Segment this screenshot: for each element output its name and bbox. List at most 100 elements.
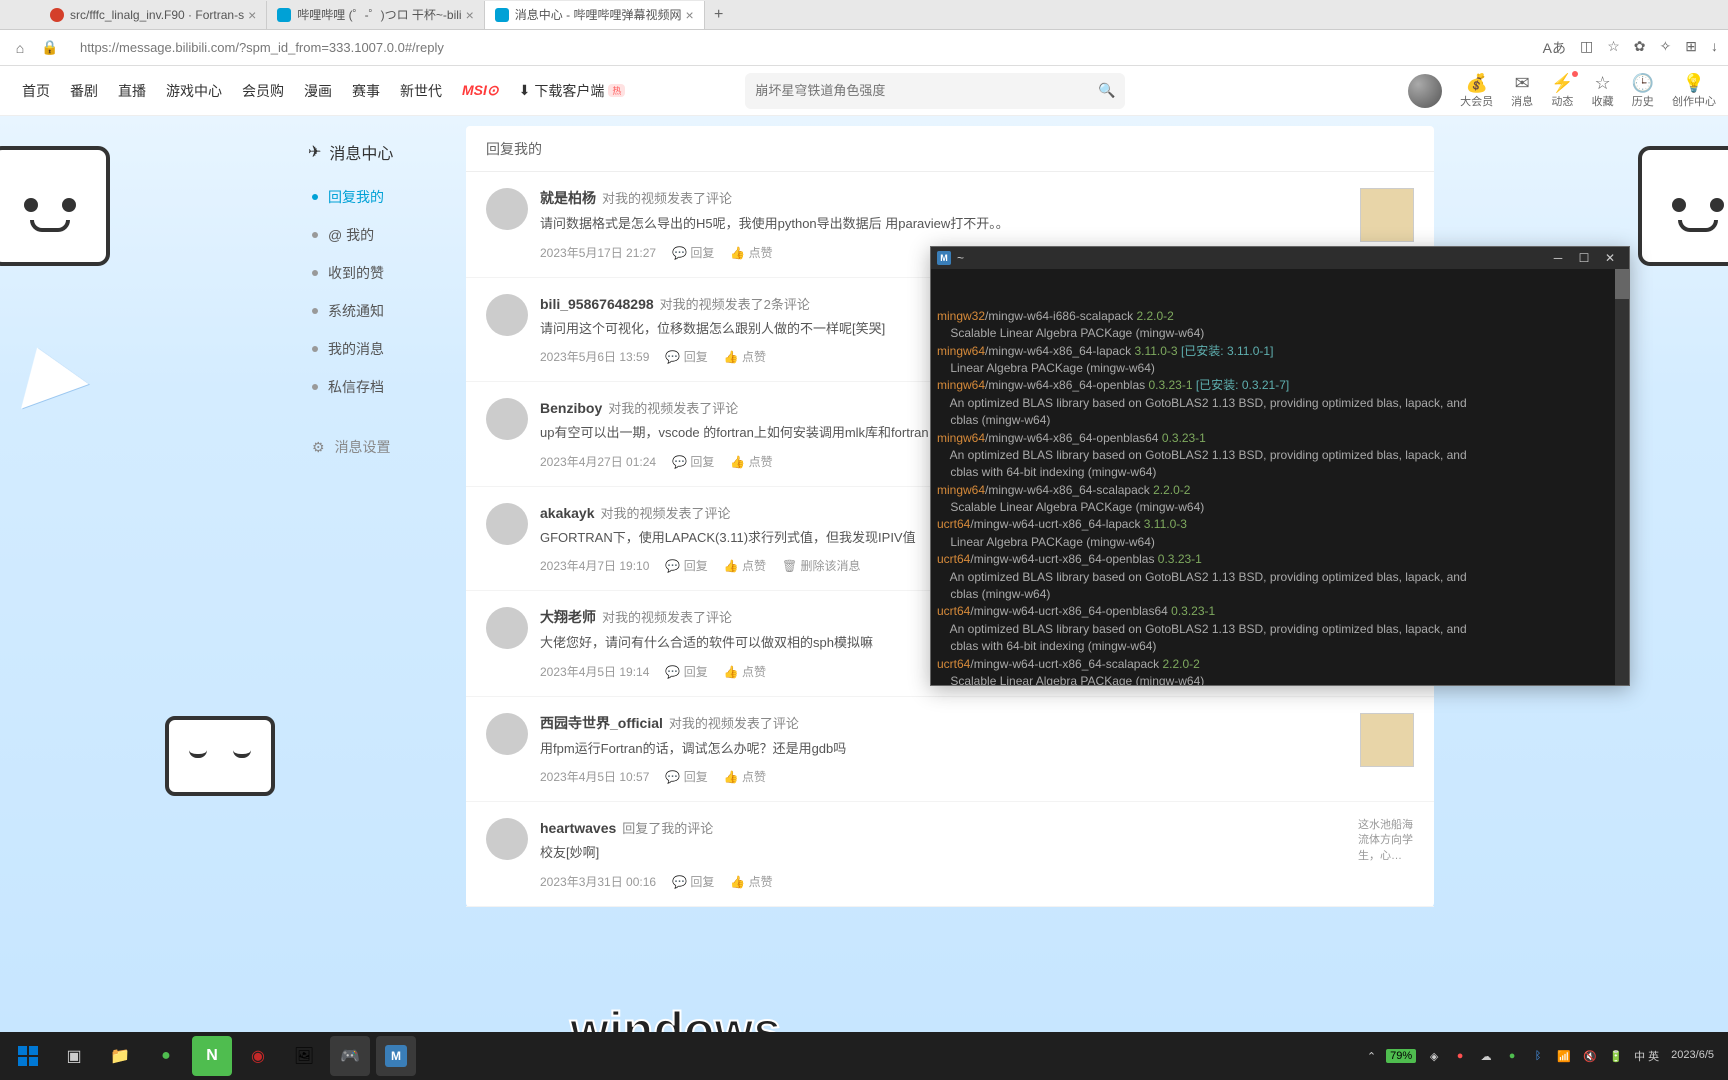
battery-icon[interactable]: 🔋 [1608, 1048, 1624, 1064]
username[interactable]: heartwaves [540, 820, 616, 836]
reply-button[interactable]: 💬 回复 [665, 768, 707, 785]
nav-newera[interactable]: 新世代 [390, 81, 452, 101]
favorite-icon[interactable]: ☆ [1607, 38, 1620, 58]
reader-icon[interactable]: Aあ [1543, 38, 1566, 58]
nav-manga[interactable]: 漫画 [294, 81, 342, 101]
nav-favorite[interactable]: ☆收藏 [1592, 73, 1614, 109]
minimize-button[interactable]: ─ [1545, 251, 1571, 265]
bluetooth-icon[interactable]: ᛒ [1530, 1048, 1546, 1064]
browser-tab-active[interactable]: 消息中心 - 哔哩哔哩弹幕视频网 × [485, 1, 705, 29]
username[interactable]: 西园寺世界_official [540, 715, 663, 731]
search-box[interactable]: 🔍 [745, 73, 1125, 109]
reply-button[interactable]: 💬 回复 [665, 663, 707, 680]
browser-tab[interactable]: src/fffc_linalg_inv.F90 · Fortran-s × [40, 1, 267, 29]
sidebar-item-mymsg[interactable]: 我的消息 [294, 330, 454, 368]
nav-home[interactable]: 首页 [12, 81, 60, 101]
wechat-icon[interactable]: ● [146, 1036, 186, 1076]
search-input[interactable] [755, 83, 1098, 98]
nav-vip[interactable]: 💰大会员 [1460, 73, 1493, 109]
like-button[interactable]: 👍 点赞 [724, 663, 766, 680]
reply-button[interactable]: 💬 回复 [665, 348, 707, 365]
extension-icon[interactable]: ✧ [1660, 38, 1672, 58]
user-avatar[interactable] [486, 398, 528, 440]
tray-chevron-icon[interactable]: ⌃ [1367, 1050, 1376, 1063]
search-icon[interactable]: 🔍 [1098, 82, 1115, 99]
scrollbar[interactable] [1615, 269, 1629, 685]
user-avatar[interactable] [486, 713, 528, 755]
nav-message[interactable]: ✉消息 [1511, 73, 1533, 109]
sidebar-item-system[interactable]: 系统通知 [294, 292, 454, 330]
reply-button[interactable]: 💬 回复 [672, 873, 714, 890]
sidebar-item-at[interactable]: @ 我的 [294, 216, 454, 254]
like-button[interactable]: 👍 点赞 [724, 768, 766, 785]
collections-icon[interactable]: ⊞ [1685, 38, 1697, 58]
username[interactable]: Benziboy [540, 400, 602, 416]
video-thumbnail[interactable] [1360, 713, 1414, 767]
download-client[interactable]: ⬇ 下载客户端 热 [509, 81, 636, 101]
ime-indicator[interactable]: 中 英 [1634, 1048, 1659, 1064]
explorer-icon[interactable]: 📁 [100, 1036, 140, 1076]
nav-shop[interactable]: 会员购 [232, 81, 294, 101]
user-avatar[interactable] [486, 188, 528, 230]
user-avatar[interactable] [486, 503, 528, 545]
tray-icon[interactable]: ● [1452, 1048, 1468, 1064]
taskview-icon[interactable]: ▣ [54, 1036, 94, 1076]
like-button[interactable]: 👍 点赞 [730, 873, 772, 890]
nav-game[interactable]: 游戏中心 [156, 81, 232, 101]
nav-dynamic[interactable]: ⚡动态 [1551, 73, 1573, 109]
home-icon[interactable]: ⌂ [10, 38, 30, 58]
wifi-icon[interactable]: 📶 [1556, 1048, 1572, 1064]
taskbar-clock[interactable]: 2023/6/5 [1665, 1049, 1720, 1062]
like-button[interactable]: 👍 点赞 [724, 557, 766, 574]
app-icon[interactable]: 🖼 [284, 1036, 324, 1076]
terminal-window[interactable]: M ~ ─ ☐ ✕ mingw32/mingw-w64-i686-scalapa… [930, 246, 1630, 686]
username[interactable]: akakayk [540, 505, 595, 521]
system-tray[interactable]: ⌃ 79% ◈ ● ☁ ● ᛒ 📶 🔇 🔋 中 英 [1367, 1048, 1659, 1064]
like-button[interactable]: 👍 点赞 [730, 453, 772, 470]
sidebar-item-archive[interactable]: 私信存档 [294, 368, 454, 406]
tray-icon[interactable]: ◈ [1426, 1048, 1442, 1064]
like-button[interactable]: 👍 点赞 [724, 348, 766, 365]
split-icon[interactable]: ◫ [1580, 38, 1593, 58]
start-button[interactable] [8, 1036, 48, 1076]
nav-live[interactable]: 直播 [108, 81, 156, 101]
netease-icon[interactable]: ◉ [238, 1036, 278, 1076]
nav-creative[interactable]: 💡创作中心 [1672, 73, 1716, 109]
user-avatar[interactable] [1408, 74, 1442, 108]
reply-button[interactable]: 💬 回复 [672, 453, 714, 470]
user-avatar[interactable] [486, 294, 528, 336]
msys-taskbar-icon[interactable]: M [376, 1036, 416, 1076]
nav-msi[interactable]: MSI⊙ [452, 82, 509, 99]
extension-icon[interactable]: ✿ [1634, 38, 1646, 58]
scrollbar-thumb[interactable] [1615, 269, 1629, 299]
maximize-button[interactable]: ☐ [1571, 251, 1597, 265]
terminal-titlebar[interactable]: M ~ ─ ☐ ✕ [931, 247, 1629, 269]
notion-icon[interactable]: N [192, 1036, 232, 1076]
close-icon[interactable]: × [248, 7, 256, 23]
reply-button[interactable]: 💬 回复 [672, 244, 714, 261]
close-button[interactable]: ✕ [1597, 251, 1623, 265]
volume-icon[interactable]: 🔇 [1582, 1048, 1598, 1064]
nav-esports[interactable]: 赛事 [342, 81, 390, 101]
delete-button[interactable]: 🗑 删除该消息 [782, 557, 861, 574]
sidebar-item-reply[interactable]: 回复我的 [294, 178, 454, 216]
close-icon[interactable]: × [466, 7, 474, 23]
sidebar-item-like[interactable]: 收到的赞 [294, 254, 454, 292]
nav-bangumi[interactable]: 番剧 [60, 81, 108, 101]
terminal-body[interactable]: mingw32/mingw-w64-i686-scalapack 2.2.0-2… [931, 269, 1629, 685]
new-tab-button[interactable]: + [705, 6, 733, 24]
url-field[interactable]: https://message.bilibili.com/?spm_id_fro… [70, 40, 1533, 55]
reply-button[interactable]: 💬 回复 [665, 557, 707, 574]
browser-tab[interactable]: 哔哩哔哩 (゜-゜)つロ 干杯~-bili × [267, 1, 485, 29]
username[interactable]: 就是柏杨 [540, 190, 596, 206]
user-avatar[interactable] [486, 818, 528, 860]
username[interactable]: 大翔老师 [540, 609, 596, 625]
downloads-icon[interactable]: ↓ [1711, 38, 1718, 58]
like-button[interactable]: 👍 点赞 [730, 244, 772, 261]
tray-icon[interactable]: ● [1504, 1048, 1520, 1064]
sidebar-settings[interactable]: ⚙消息设置 [294, 428, 454, 466]
user-avatar[interactable] [486, 607, 528, 649]
app-icon[interactable]: 🎮 [330, 1036, 370, 1076]
lock-icon[interactable]: 🔒 [40, 38, 60, 58]
nav-history[interactable]: 🕒历史 [1632, 73, 1654, 109]
